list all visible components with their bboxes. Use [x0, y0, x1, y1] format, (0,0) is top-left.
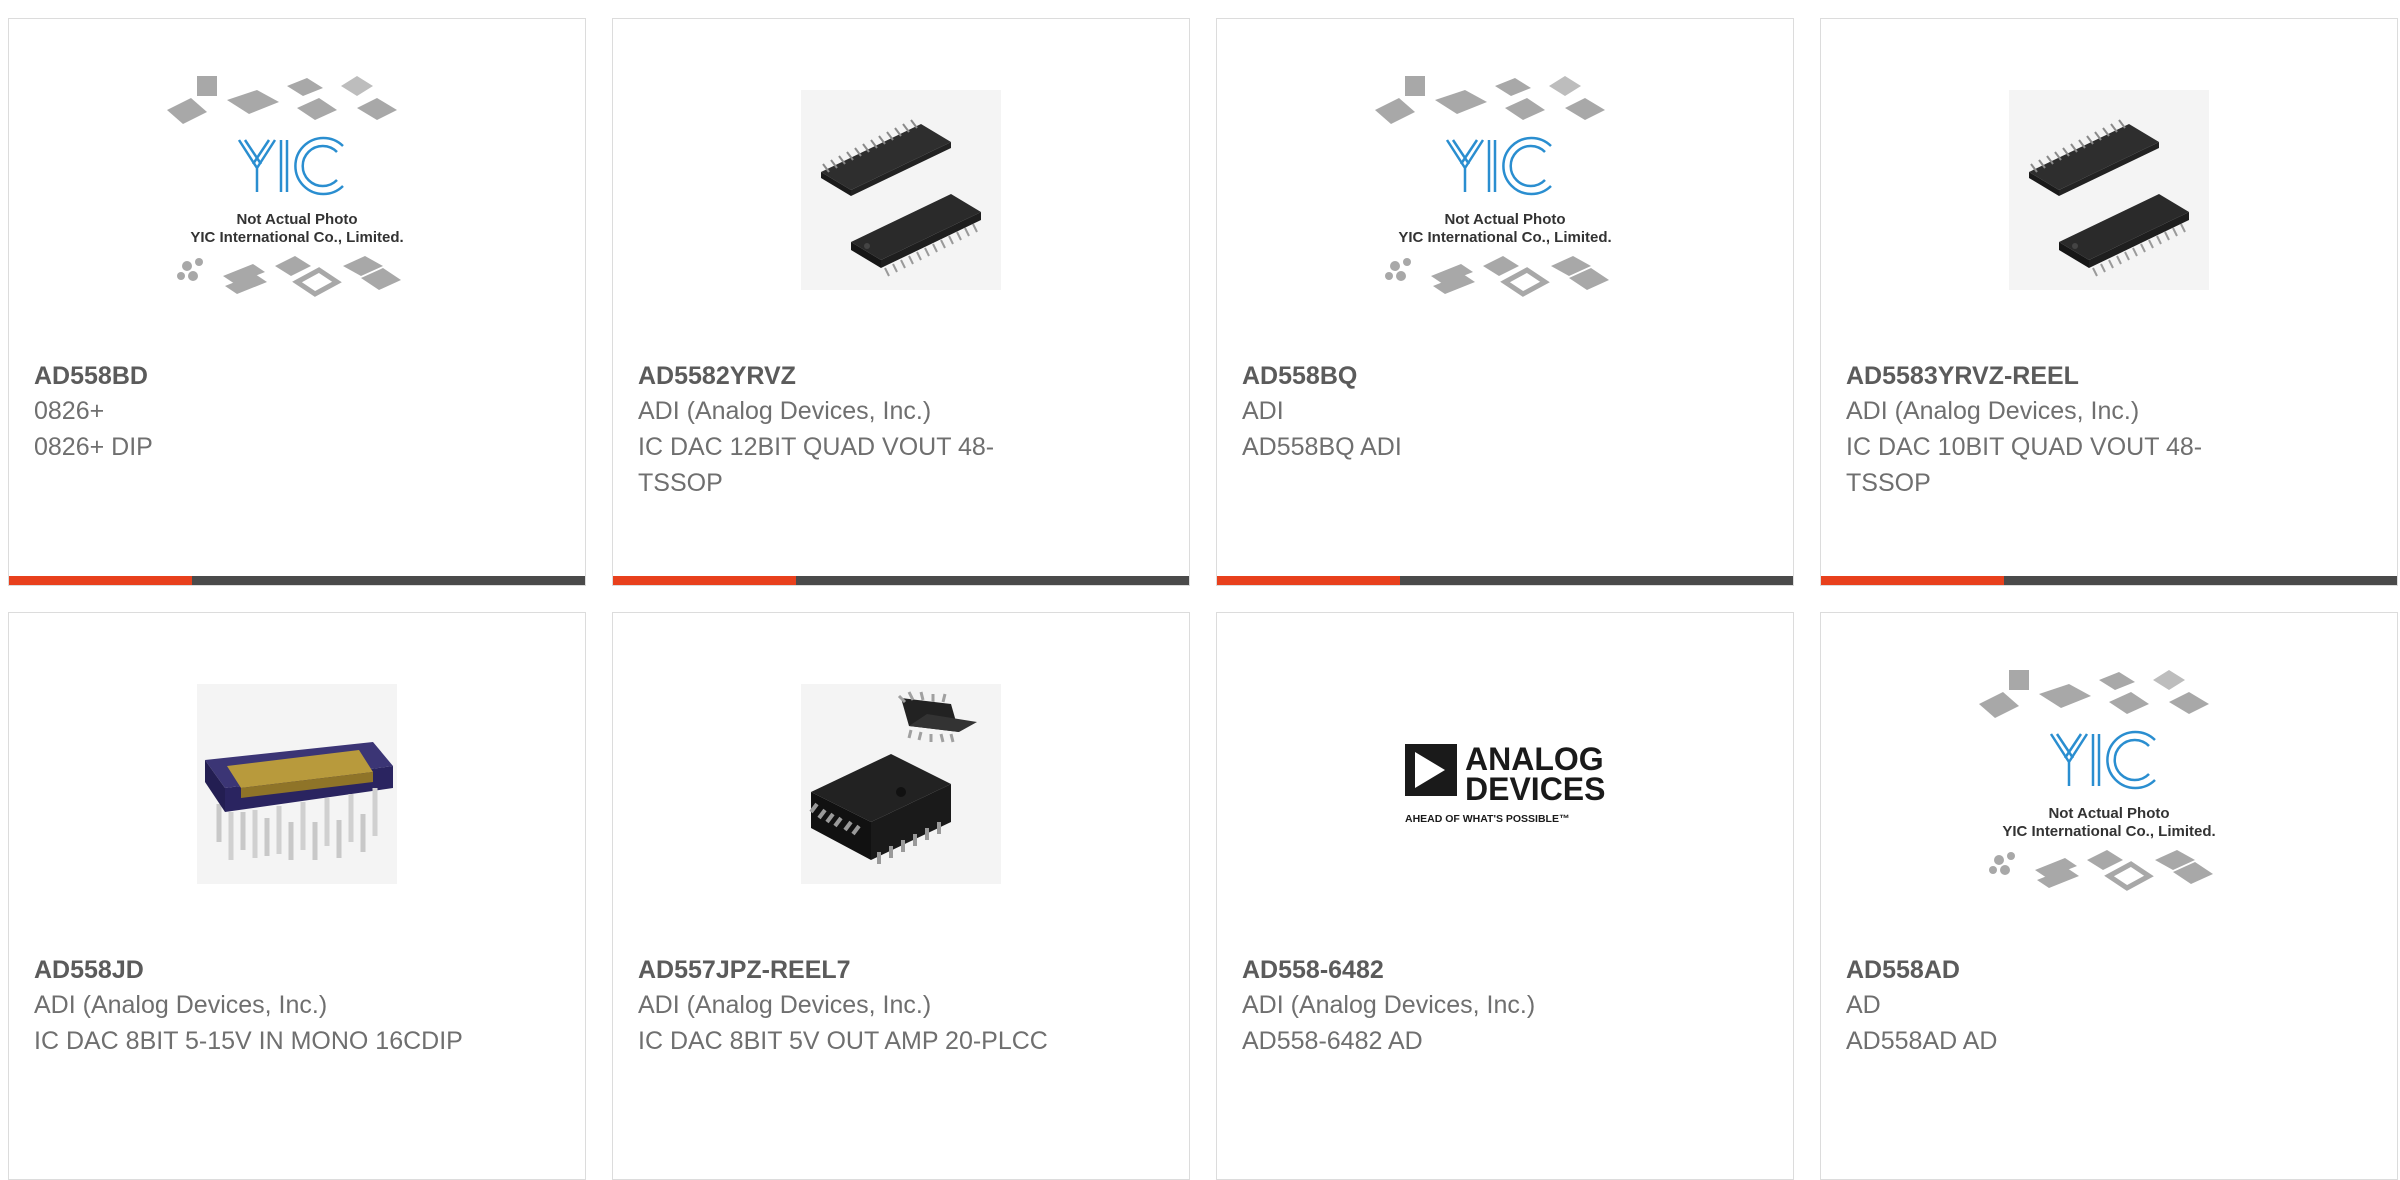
product-card[interactable]: AD558JD ADI (Analog Devices, Inc.) IC DA… — [8, 612, 586, 1180]
product-image: ANALOG DEVICES AHEAD OF WHAT'S POSSIBLE™ — [1217, 673, 1793, 895]
product-image: Not Actual Photo YIC International Co., … — [1217, 76, 1793, 301]
manufacturer: ADI — [1242, 397, 1284, 425]
description: AD558-6482 AD — [1242, 1027, 1423, 1055]
card-accent-bar — [613, 576, 796, 585]
part-number[interactable]: AD5583YRVZ-REEL — [1846, 359, 2276, 393]
description: AD558BQ ADI — [1242, 433, 1402, 461]
card-footer-bar — [1217, 576, 1793, 585]
tssop-chip-image — [2009, 90, 2209, 290]
card-footer-bar — [1821, 576, 2397, 585]
manufacturer: 0826+ — [34, 397, 105, 425]
description: IC DAC 8BIT 5V OUT AMP 20-PLCC — [638, 1027, 1048, 1055]
placeholder-line1: Not Actual Photo — [236, 211, 357, 228]
part-number[interactable]: AD558-6482 — [1242, 953, 1672, 987]
product-image — [9, 673, 585, 895]
description: AD558AD AD — [1846, 1027, 1998, 1055]
card-accent-bar — [9, 576, 192, 585]
manufacturer: ADI (Analog Devices, Inc.) — [1242, 991, 1536, 1019]
product-card[interactable]: ANALOG DEVICES AHEAD OF WHAT'S POSSIBLE™… — [1216, 612, 1794, 1180]
tssop-chip-image — [801, 90, 1001, 290]
product-image — [613, 673, 1189, 895]
analog-devices-logo: ANALOG DEVICES AHEAD OF WHAT'S POSSIBLE™ — [1405, 741, 1605, 825]
cdip-chip-image — [197, 684, 397, 884]
placeholder-line1: Not Actual Photo — [1444, 211, 1565, 228]
product-image — [1821, 79, 2397, 301]
part-number[interactable]: AD558JD — [34, 953, 464, 987]
placeholder-line2: YIC International Co., Limited. — [190, 229, 403, 246]
part-number[interactable]: AD5582YRVZ — [638, 359, 1068, 393]
description: IC DAC 12BIT QUAD VOUT 48-TSSOP — [638, 433, 995, 497]
manufacturer: ADI (Analog Devices, Inc.) — [638, 991, 932, 1019]
yic-placeholder-image: Not Actual Photo YIC International Co., … — [1375, 76, 1612, 297]
part-number[interactable]: AD557JPZ-REEL7 — [638, 953, 1068, 987]
logo-tagline: AHEAD OF WHAT'S POSSIBLE™ — [1405, 813, 1569, 825]
product-card[interactable]: Not Actual Photo YIC International Co., … — [8, 18, 586, 586]
manufacturer: ADI (Analog Devices, Inc.) — [34, 991, 328, 1019]
product-card[interactable]: AD557JPZ-REEL7 ADI (Analog Devices, Inc.… — [612, 612, 1190, 1180]
card-accent-bar — [1217, 576, 1400, 585]
logo-line2: DEVICES — [1465, 771, 1605, 807]
part-number[interactable]: AD558BQ — [1242, 359, 1672, 393]
part-number[interactable]: AD558BD — [34, 359, 464, 393]
plcc-chip-image — [801, 684, 1001, 884]
product-image: Not Actual Photo YIC International Co., … — [9, 76, 585, 301]
product-card[interactable]: AD5583YRVZ-REEL ADI (Analog Devices, Inc… — [1820, 18, 2398, 586]
product-grid: Not Actual Photo YIC International Co., … — [8, 18, 2400, 1180]
card-footer-bar — [9, 576, 585, 585]
yic-placeholder-image: Not Actual Photo YIC International Co., … — [167, 76, 404, 297]
placeholder-line2: YIC International Co., Limited. — [1398, 229, 1611, 246]
description: IC DAC 8BIT 5-15V IN MONO 16CDIP — [34, 1027, 463, 1055]
description: IC DAC 10BIT QUAD VOUT 48-TSSOP — [1846, 433, 2203, 497]
part-number[interactable]: AD558AD — [1846, 953, 2276, 987]
product-card[interactable]: Not Actual Photo YIC International Co., … — [1820, 612, 2398, 1180]
placeholder-line1: Not Actual Photo — [2048, 805, 2169, 822]
product-card[interactable]: Not Actual Photo YIC International Co., … — [1216, 18, 1794, 586]
product-image: Not Actual Photo YIC International Co., … — [1821, 670, 2397, 895]
manufacturer: ADI (Analog Devices, Inc.) — [1846, 397, 2140, 425]
manufacturer: AD — [1846, 991, 1881, 1019]
placeholder-line2: YIC International Co., Limited. — [2002, 823, 2215, 840]
card-footer-bar — [613, 576, 1189, 585]
description: 0826+ DIP — [34, 433, 153, 461]
manufacturer: ADI (Analog Devices, Inc.) — [638, 397, 932, 425]
yic-placeholder-image: Not Actual Photo YIC International Co., … — [1979, 670, 2216, 891]
card-accent-bar — [1821, 576, 2004, 585]
product-image — [613, 79, 1189, 301]
product-card[interactable]: AD5582YRVZ ADI (Analog Devices, Inc.) IC… — [612, 18, 1190, 586]
